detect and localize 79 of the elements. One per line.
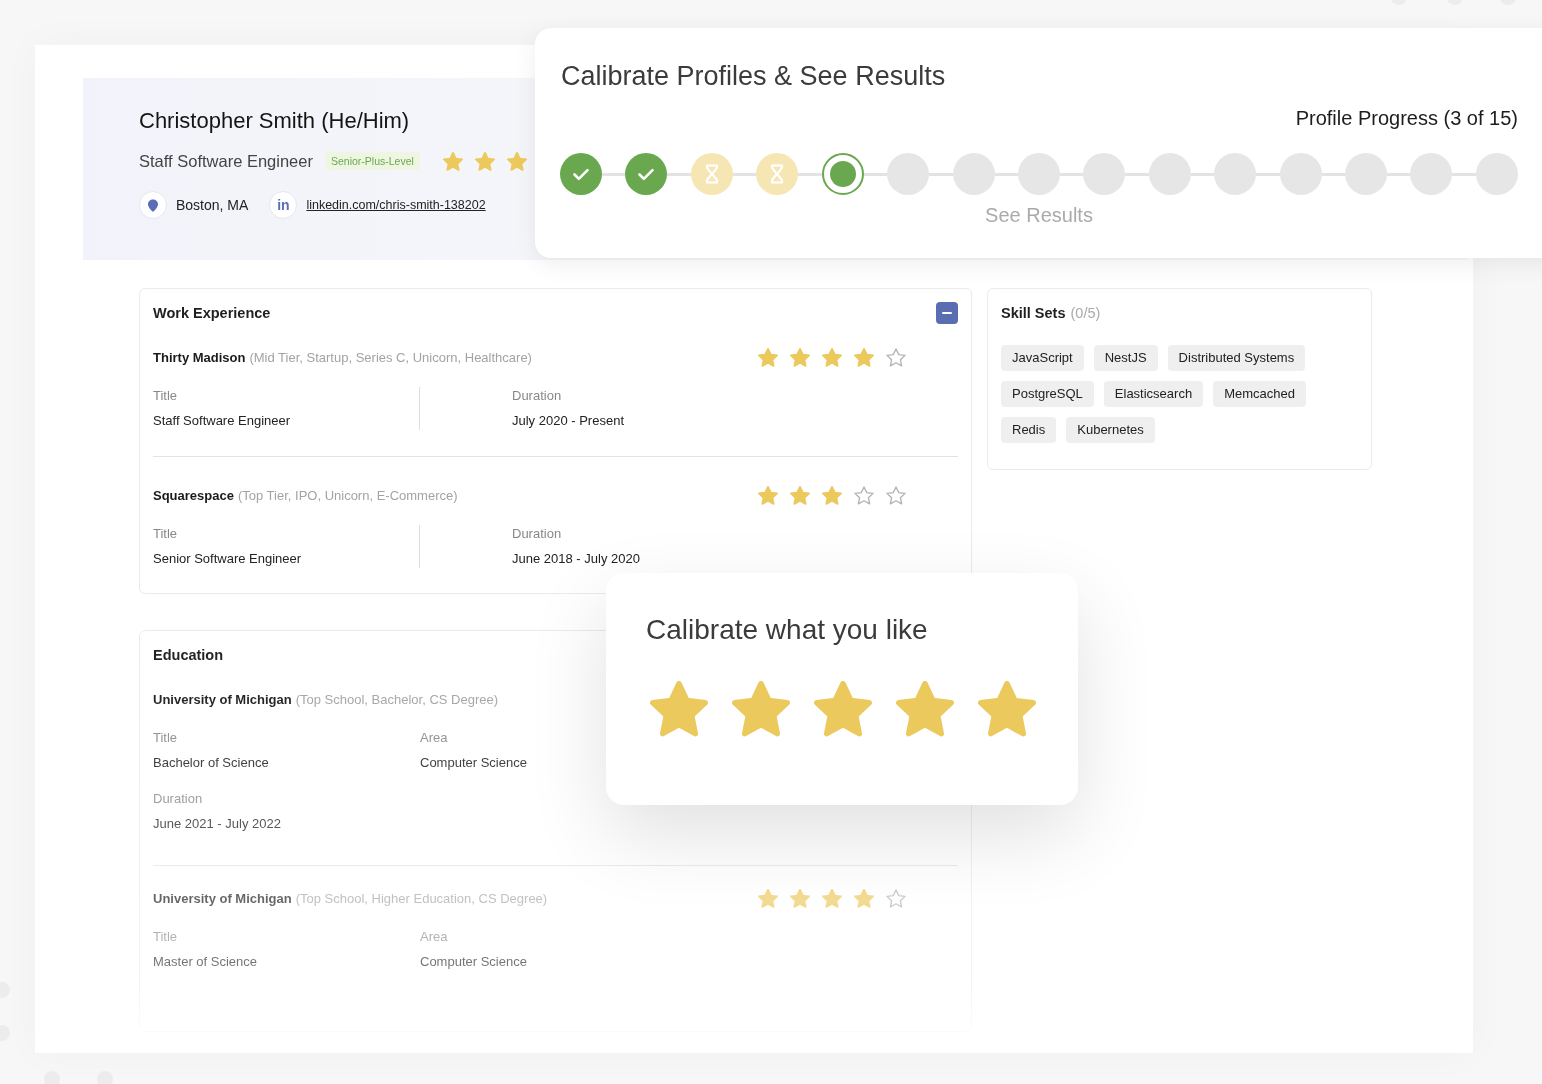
section-title: Skill Sets [1001, 305, 1066, 321]
company-tags: (Mid Tier, Startup, Series C, Unicorn, Healthcare) [249, 350, 532, 365]
candidate-name: Christopher Smith (He/Him) [139, 107, 410, 135]
star-icon [854, 888, 874, 908]
star-icon [506, 151, 527, 171]
star-icon [758, 888, 778, 908]
section-title: Education [153, 647, 224, 663]
star-icon [822, 347, 842, 367]
skill-count: (0/5) [1070, 305, 1101, 321]
check-step-icon [560, 153, 602, 195]
star-icon [442, 151, 463, 171]
star-icon [758, 485, 778, 505]
skill-tag: Elasticsearch [1103, 381, 1204, 407]
location-pin-icon [139, 191, 167, 219]
skill-tag: Memcached [1213, 381, 1306, 407]
field-value: Bachelor of Science [153, 754, 269, 772]
popup-title: Calibrate what you like [646, 613, 928, 647]
card-title: Calibrate Profiles & See Results [561, 60, 946, 92]
in-logo-icon: in [269, 191, 298, 219]
empty-star-icon [886, 347, 906, 367]
skill-tag: Redis [1001, 417, 1057, 443]
field-label: Title [153, 928, 178, 946]
empty-star-icon [886, 888, 906, 908]
field-value: Computer Science [420, 953, 527, 971]
star-icon [790, 485, 810, 505]
skill-tag: NestJS [1093, 345, 1158, 371]
star-icon [790, 888, 810, 908]
school-tags: (Top School, Higher Education, CS Degree) [295, 891, 548, 906]
minus-icon [942, 311, 952, 315]
level-badge: Senior-Plus-Level [324, 152, 420, 170]
star-icon [814, 681, 872, 737]
field-value: June 2018 - July 2020 [512, 550, 640, 568]
field-label: Duration [512, 525, 562, 543]
field-label: Title [153, 525, 178, 543]
school-name: University of Michigan [153, 692, 292, 707]
skill-tag: JavaScript [1001, 345, 1084, 371]
school-name: University of Michigan [153, 891, 292, 906]
star-icon [854, 347, 874, 367]
field-value: Staff Software Engineer [153, 412, 291, 430]
star-icon [978, 681, 1036, 737]
section-title: Work Experience [153, 305, 271, 321]
star-icon [758, 347, 778, 367]
field-label: Duration [153, 790, 203, 808]
school-tags: (Top School, Bachelor, CS Degree) [295, 692, 499, 707]
hourglass-step-icon [690, 153, 733, 195]
field-label: Area [420, 928, 448, 946]
star-icon [790, 347, 810, 367]
collapse-button[interactable] [936, 302, 958, 324]
location-text: Boston, MA [176, 197, 249, 213]
field-value: June 2021 - July 2022 [153, 815, 281, 833]
star-icon [822, 485, 842, 505]
field-label: Title [153, 729, 178, 747]
empty-star-icon [886, 485, 906, 505]
field-label: Title [153, 387, 178, 405]
skill-tag: Kubernetes [1066, 417, 1155, 443]
star-icon [822, 888, 842, 908]
skill-tag: Distributed Systems [1167, 345, 1306, 371]
skill-tag: PostgreSQL [1001, 381, 1094, 407]
star-icon [650, 681, 708, 737]
company-tags: (Top Tier, IPO, Unicorn, E-Commerce) [237, 488, 458, 503]
field-value: Master of Science [153, 953, 258, 971]
current-step-icon [821, 153, 864, 195]
field-label: Duration [512, 387, 562, 405]
field-value: July 2020 - Present [512, 412, 624, 430]
hourglass-step-icon [756, 153, 799, 195]
job-title: Staff Software Engineer [139, 151, 313, 171]
empty-star-icon [854, 485, 874, 505]
star-icon [474, 151, 495, 171]
field-value: Computer Science [420, 754, 527, 772]
check-step-icon [625, 153, 668, 195]
company-name: Thirty Madison [153, 350, 246, 365]
star-icon [732, 681, 790, 737]
field-value: Senior Software Engineer [153, 550, 302, 568]
progress-label: Profile Progress (3 of 15) [1295, 106, 1518, 131]
company-name: Squarespace [153, 488, 234, 503]
profile-link[interactable]: linkedin.com/chris-smith-138202 [306, 198, 486, 212]
field-label: Area [420, 729, 448, 747]
see-results-label: See Results [985, 203, 1093, 227]
star-icon [896, 681, 954, 737]
